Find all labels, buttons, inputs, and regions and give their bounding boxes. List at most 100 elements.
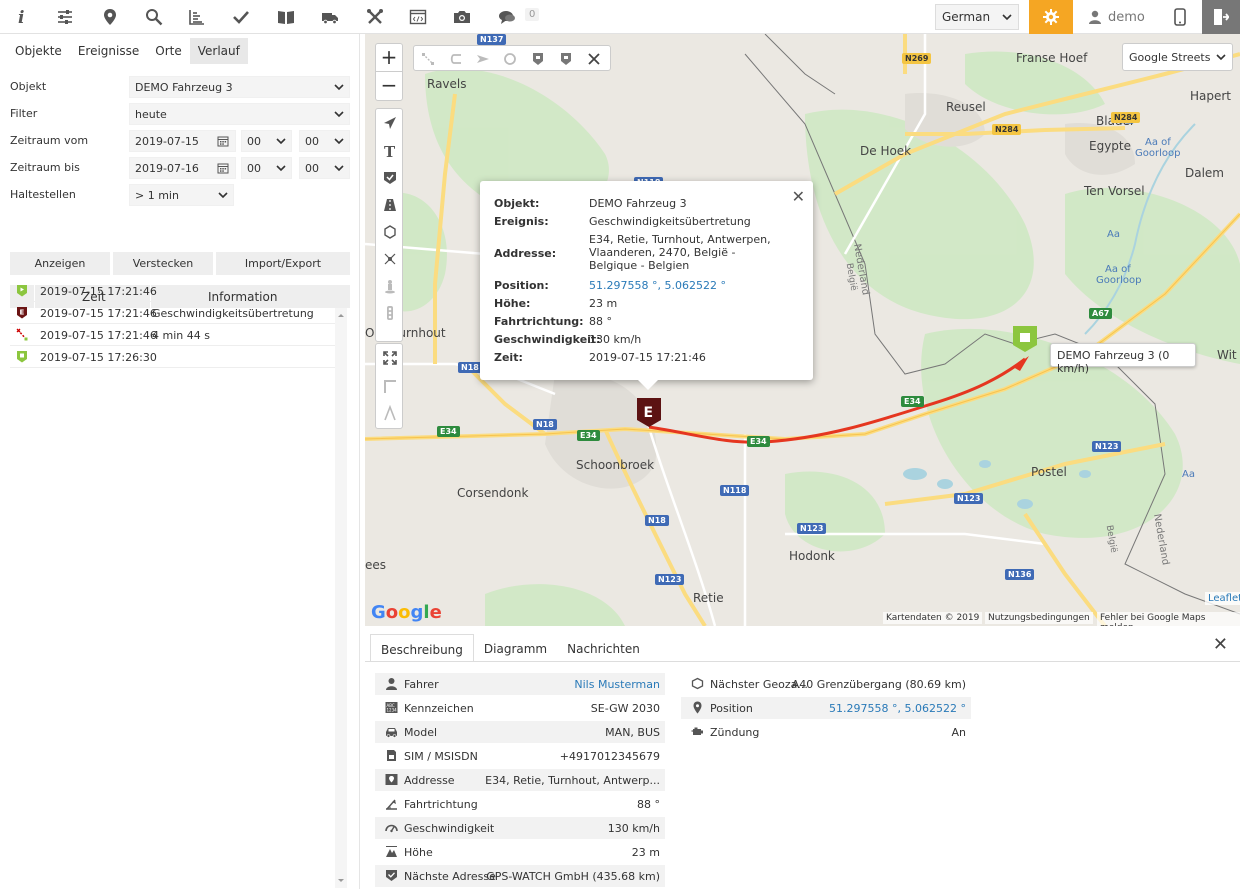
popup-close-button[interactable]: ✕ bbox=[792, 187, 805, 206]
details-panel: Beschreibung Diagramm Nachrichten ✕ Fahr… bbox=[365, 626, 1240, 889]
language-select[interactable]: German bbox=[935, 4, 1019, 30]
table-row[interactable]: 2019-07-15 17:21:46 bbox=[10, 280, 335, 302]
tab-diagramm[interactable]: Diagramm bbox=[474, 634, 557, 662]
filter-row: Filter heute bbox=[0, 102, 360, 126]
stops-select[interactable]: > 1 min bbox=[129, 184, 234, 206]
close-icon[interactable] bbox=[587, 52, 601, 66]
tab-orte[interactable]: Orte bbox=[147, 38, 189, 64]
import-export-button[interactable]: Import/Export bbox=[216, 252, 350, 275]
tab-objekte[interactable]: Objekte bbox=[0, 38, 70, 64]
angle-icon[interactable] bbox=[382, 405, 398, 421]
popup-position-link[interactable]: 51.297558 °, 5.062522 ° bbox=[589, 279, 789, 292]
user-menu-button[interactable]: demo bbox=[1080, 0, 1160, 34]
tools-icon[interactable] bbox=[354, 0, 396, 34]
calendar-icon bbox=[217, 163, 229, 174]
map-label: Hodonk bbox=[789, 549, 835, 563]
table-scrollbar[interactable] bbox=[335, 308, 347, 888]
stops-row: Haltestellen > 1 min bbox=[0, 183, 360, 207]
road-shield: E34 bbox=[747, 436, 770, 447]
chart-icon[interactable] bbox=[176, 0, 218, 34]
code-window-icon[interactable] bbox=[397, 0, 439, 34]
attribution-terms-link[interactable]: Nutzungsbedingungen bbox=[985, 612, 1093, 624]
cluster-icon[interactable] bbox=[382, 251, 398, 267]
attribution-report-link[interactable]: Fehler bei Google Maps melden bbox=[1097, 612, 1240, 626]
leaflet-link[interactable]: Leaflet bbox=[1205, 592, 1240, 605]
road-shield: N123 bbox=[954, 493, 984, 504]
map-pin-icon[interactable] bbox=[89, 0, 131, 34]
road-shield: N123 bbox=[1092, 441, 1122, 452]
search-icon[interactable] bbox=[133, 0, 175, 34]
map-layer-select[interactable]: Google Streets bbox=[1122, 43, 1233, 71]
route-points-icon[interactable] bbox=[421, 52, 435, 66]
to-minute-select[interactable]: 00 bbox=[299, 157, 350, 179]
tab-nachrichten[interactable]: Nachrichten bbox=[557, 634, 650, 662]
road-icon[interactable] bbox=[382, 197, 398, 213]
zoom-out-button[interactable]: − bbox=[376, 72, 402, 100]
street-view-icon[interactable] bbox=[382, 278, 398, 294]
send-arrow-icon[interactable] bbox=[476, 52, 490, 66]
details-close-button[interactable]: ✕ bbox=[1213, 634, 1228, 655]
u-turn-icon[interactable] bbox=[449, 52, 463, 66]
scroll-up-icon[interactable] bbox=[335, 310, 347, 320]
navigate-arrow-icon[interactable] bbox=[382, 115, 398, 131]
map-label: Wit bbox=[1217, 348, 1237, 362]
text-tool-icon[interactable]: T bbox=[382, 143, 398, 159]
map-label: Goorloop bbox=[1135, 148, 1181, 159]
logout-button[interactable] bbox=[1202, 0, 1240, 34]
table-row[interactable]: 2019-07-15 17:21:46 4 min 44 s bbox=[10, 324, 335, 346]
from-date-input[interactable]: 2019-07-15 bbox=[129, 130, 236, 152]
marker-badge-2-icon[interactable] bbox=[559, 52, 573, 66]
map-label: Ten Vorsel bbox=[1084, 184, 1145, 198]
mobile-view-button[interactable] bbox=[1160, 0, 1200, 34]
show-button[interactable]: Anzeigen bbox=[10, 252, 110, 275]
detail-value: MAN, BUS bbox=[605, 726, 660, 739]
book-icon[interactable] bbox=[265, 0, 307, 34]
tab-beschreibung[interactable]: Beschreibung bbox=[370, 634, 474, 662]
table-row[interactable]: E 2019-07-15 17:21:46 Geschwindigkeitsüb… bbox=[10, 302, 335, 324]
marker-badge-icon[interactable] bbox=[531, 52, 545, 66]
map-label: Franse Hoef bbox=[1016, 51, 1088, 65]
popup-value: 23 m bbox=[589, 297, 618, 310]
table-row[interactable]: 2019-07-15 17:26:30 bbox=[10, 346, 335, 368]
map-tool-column: T bbox=[375, 108, 403, 342]
polygon-icon[interactable] bbox=[382, 224, 398, 240]
objekt-select[interactable]: DEMO Fahrzeug 3 bbox=[129, 76, 350, 98]
scroll-down-icon[interactable] bbox=[335, 876, 347, 886]
circle-icon[interactable] bbox=[503, 52, 517, 66]
from-minute-select[interactable]: 00 bbox=[299, 130, 350, 152]
chevron-down-icon bbox=[276, 138, 286, 145]
popup-label: Zeit: bbox=[494, 351, 523, 364]
chevron-down-icon bbox=[334, 84, 344, 91]
truck-icon[interactable] bbox=[309, 0, 351, 34]
to-hour-select[interactable]: 00 bbox=[241, 157, 292, 179]
shield-check-icon[interactable] bbox=[382, 170, 398, 186]
ignition-icon bbox=[691, 727, 703, 735]
road-shield: N284 bbox=[1111, 112, 1141, 123]
event-marker-letter: E bbox=[644, 405, 654, 421]
filter-select[interactable]: heute bbox=[129, 103, 350, 125]
map-label: ees bbox=[365, 558, 387, 572]
info-icon[interactable]: i bbox=[0, 0, 42, 34]
from-hour-select[interactable]: 00 bbox=[241, 130, 292, 152]
hide-button[interactable]: Verstecken bbox=[113, 252, 213, 275]
ruler-corner-icon[interactable] bbox=[382, 378, 398, 394]
shield-check-icon bbox=[386, 870, 397, 881]
tab-ereignisse[interactable]: Ereignisse bbox=[70, 38, 147, 64]
check-icon[interactable] bbox=[220, 0, 262, 34]
detail-row-model: Model MAN, BUS bbox=[375, 721, 665, 743]
settings-button[interactable] bbox=[1029, 0, 1073, 34]
sliders-icon[interactable] bbox=[44, 0, 86, 34]
chat-icon[interactable] bbox=[486, 0, 528, 34]
map-label: Schoonbroek bbox=[576, 458, 655, 472]
camera-icon[interactable] bbox=[441, 0, 483, 34]
position-link[interactable]: 51.297558 °, 5.062522 ° bbox=[829, 702, 966, 715]
fullscreen-icon[interactable] bbox=[382, 350, 398, 366]
popup-label: Fahrtrichtung: bbox=[494, 315, 584, 328]
zoom-in-button[interactable]: + bbox=[376, 44, 402, 72]
tab-verlauf[interactable]: Verlauf bbox=[189, 38, 248, 64]
driver-link[interactable]: Nils Musterman bbox=[574, 678, 660, 691]
to-minute-value: 00 bbox=[305, 162, 319, 175]
to-date-input[interactable]: 2019-07-16 bbox=[129, 157, 236, 179]
map-view[interactable]: E Ravels Franse Hoef Reusel Bladel Haper… bbox=[365, 34, 1240, 626]
traffic-icon[interactable] bbox=[382, 305, 398, 321]
